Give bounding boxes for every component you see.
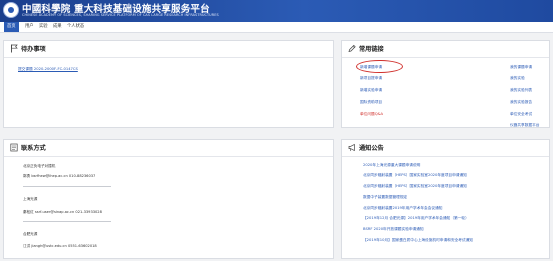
link-my-reports[interactable]: 我的实验报告 — [510, 100, 532, 105]
notice-item[interactable]: BSRF 2020年开放课题实验申请通知 — [363, 227, 424, 232]
todo-item-link[interactable]: 提交课题 2020-2000F-FC-0147CS — [18, 67, 78, 72]
site-subtitle: CHINESE ACADEMY OF SCIENCES, SHARING SER… — [22, 13, 219, 17]
contact-org-ssrf: 上海光源 — [23, 197, 38, 201]
cas-logo-icon — [3, 2, 19, 18]
notice-item[interactable]: 北京同步辐射装置（HEPS）国家实验室2020年度项目申请通知 — [363, 173, 467, 178]
divider — [23, 186, 111, 187]
nav-experiments[interactable]: 实验 — [36, 22, 51, 32]
site-header: 中國科學院 重大科技基础设施共享服务平台 CHINESE ACADEMY OF … — [0, 0, 553, 22]
notices-card: 通知公告 2020年上海光源重大课题申请说明 北京同步辐射装置（HEPS）国家实… — [341, 139, 550, 259]
main-nav: 首页 用户 实验 成果 个人状态 — [0, 22, 553, 33]
flag-icon — [11, 44, 18, 53]
links-card-header: 常用链接 — [342, 41, 549, 58]
link-safety-exam[interactable]: 单位安全考试 — [510, 112, 532, 117]
notice-item[interactable]: 北京同步辐射装置2019年用户学术年会会议通知 — [363, 206, 442, 211]
links-title: 常用链接 — [359, 46, 384, 53]
link-my-projects[interactable]: 我的课题申请 — [510, 65, 532, 70]
link-my-experiment-list[interactable]: 我的实验列表 — [510, 88, 532, 93]
nav-home[interactable]: 首页 — [4, 22, 19, 32]
notices-title: 通知公告 — [359, 145, 384, 152]
nav-results[interactable]: 成果 — [50, 22, 65, 32]
notice-item[interactable]: 【2019年12月 合肥光源】2019年用户学术年会通知（第一轮） — [363, 216, 469, 221]
notices-card-header: 通知公告 — [342, 140, 549, 157]
notice-item[interactable]: 北京同步辐射装置（HEPS）国家实验室2020年度项目申请通知 — [363, 184, 467, 189]
notice-item[interactable]: 数据中子装置数据管理规定 — [363, 195, 407, 200]
link-new-item[interactable]: 新项目提申请 — [360, 76, 382, 81]
megaphone-icon — [348, 143, 355, 152]
contact-org-bepc: 北京正负电子对撞机 — [23, 164, 56, 168]
link-new-experiment[interactable]: 新增实验申请 — [360, 88, 382, 93]
contact-line-nsrl: 江洪 jiangh@ustc.edu.cn 0551-63602018 — [23, 244, 97, 248]
notice-item[interactable]: 2020年上海光源重大课题申请说明 — [363, 163, 420, 168]
nav-profile[interactable]: 个人状态 — [64, 22, 87, 32]
contact-org-nsrl: 合肥光源 — [23, 232, 38, 236]
contacts-title: 联系方式 — [21, 145, 46, 152]
link-my-experiments[interactable]: 我的实验 — [510, 76, 525, 81]
contact-line-bepc: 郭勇 bsrfhew@ihep.ac.cn 010-88236037 — [23, 174, 96, 178]
pencil-icon — [348, 44, 356, 52]
todo-card-header: 待办事项 — [4, 41, 333, 58]
contact-line-ssrf: 秦松红 ssrf-user@sinap.ac.cn 021-33933028 — [23, 210, 102, 214]
links-card: 常用链接 新增课题申请 新项目提申请 新增实验申请 国际资助项目 单位问题Q&A… — [341, 40, 550, 128]
link-instrument-platform[interactable]: 仪器共享数据平台 — [510, 123, 540, 128]
highlight-circle — [356, 60, 403, 73]
link-intl-project[interactable]: 国际资助项目 — [360, 100, 382, 105]
link-qa[interactable]: 单位问题Q&A — [360, 112, 383, 117]
contact-card-icon — [10, 143, 18, 152]
todo-title: 待办事项 — [21, 46, 46, 53]
notice-item[interactable]: 【2019年10月】国家蛋白质中心上海设施机时申请和安全考试通知 — [363, 238, 473, 243]
nav-users[interactable]: 用户 — [22, 22, 37, 32]
divider — [23, 221, 111, 222]
todo-card: 待办事项 提交课题 2020-2000F-FC-0147CS — [3, 40, 334, 128]
contacts-card-header: 联系方式 — [4, 140, 333, 157]
contacts-card: 联系方式 北京正负电子对撞机 郭勇 bsrfhew@ihep.ac.cn 010… — [3, 139, 334, 259]
